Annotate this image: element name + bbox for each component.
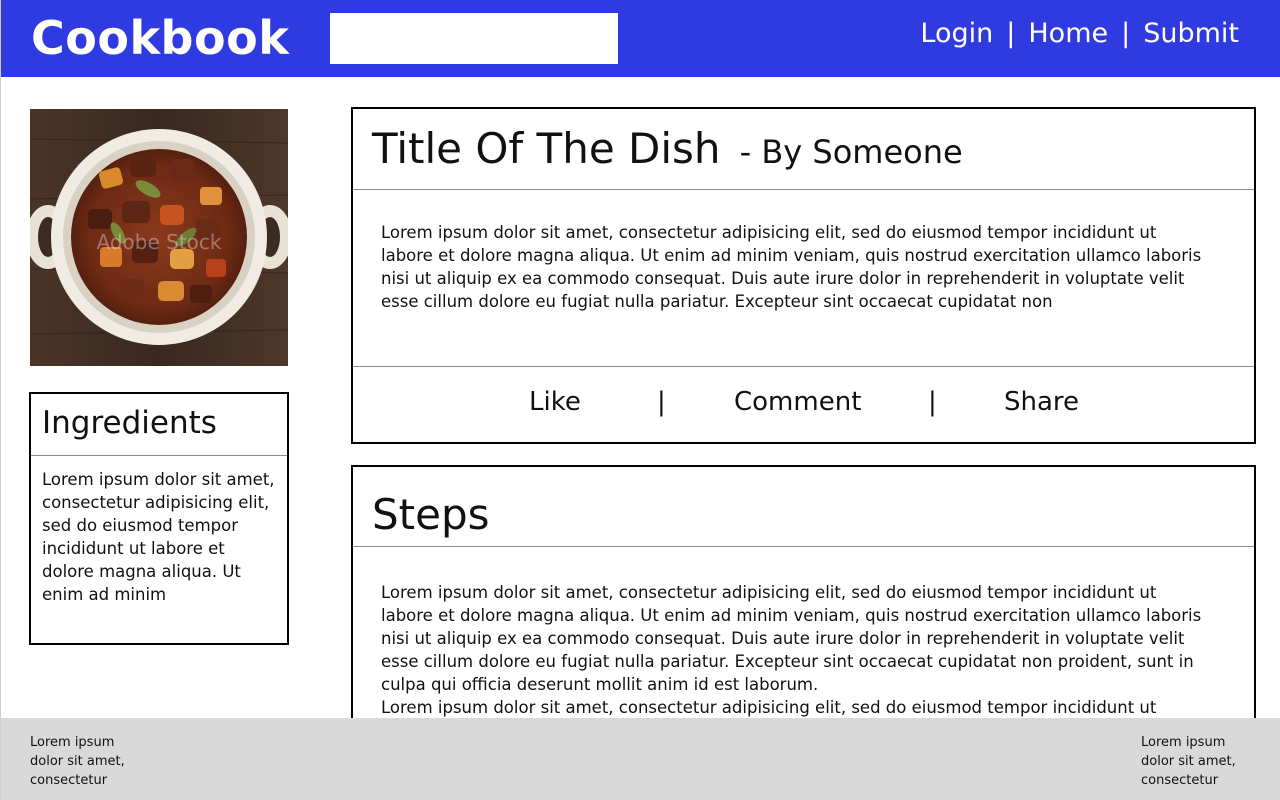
action-separator: | xyxy=(928,387,937,417)
brand-logo[interactable]: Cookbook xyxy=(31,10,289,66)
top-nav: Login | Home | Submit xyxy=(920,16,1239,52)
steps-text: Lorem ipsum dolor sit amet, consectetur … xyxy=(381,583,1202,717)
comment-button[interactable]: Comment xyxy=(734,385,861,419)
search-input[interactable] xyxy=(330,13,618,64)
svg-text:Adobe Stock: Adobe Stock xyxy=(97,230,222,254)
share-button[interactable]: Share xyxy=(1004,385,1079,419)
ingredients-text: Lorem ipsum dolor sit amet, consectetur … xyxy=(42,470,275,604)
recipe-title-row: Title Of The Dish - By Someone xyxy=(353,109,1254,190)
steps-panel: Steps Lorem ipsum dolor sit amet, consec… xyxy=(351,465,1256,725)
footer-right-text: Lorem ipsum dolor sit amet, consectetur xyxy=(1141,735,1236,788)
recipe-card: Title Of The Dish - By Someone Lorem ips… xyxy=(351,107,1256,444)
ingredients-panel: Ingredients Lorem ipsum dolor sit amet, … xyxy=(29,392,289,645)
nav-separator: | xyxy=(1006,18,1016,49)
like-button[interactable]: Like xyxy=(529,385,581,419)
nav-separator: | xyxy=(1121,18,1131,49)
steps-heading: Steps xyxy=(353,467,1254,547)
recipe-actions: Like | Comment | Share xyxy=(353,367,1254,442)
dish-photo: Adobe Stock xyxy=(30,109,288,366)
action-separator: | xyxy=(657,387,666,417)
nav-login-link[interactable]: Login xyxy=(920,16,993,52)
ingredients-heading: Ingredients xyxy=(31,394,287,456)
nav-home-link[interactable]: Home xyxy=(1028,16,1108,52)
dish-title: Title Of The Dish xyxy=(372,124,721,173)
dish-author: - By Someone xyxy=(739,133,963,171)
page: Cookbook Login | Home | Submit Adobe Sto… xyxy=(0,0,1280,800)
recipe-description: Lorem ipsum dolor sit amet, consectetur … xyxy=(353,190,1254,367)
top-header: Cookbook Login | Home | Submit xyxy=(1,0,1280,77)
nav-submit-link[interactable]: Submit xyxy=(1143,16,1239,52)
footer: Lorem ipsum dolor sit amet, consectetur … xyxy=(1,718,1280,800)
footer-left-text: Lorem ipsum dolor sit amet, consectetur xyxy=(30,735,125,788)
